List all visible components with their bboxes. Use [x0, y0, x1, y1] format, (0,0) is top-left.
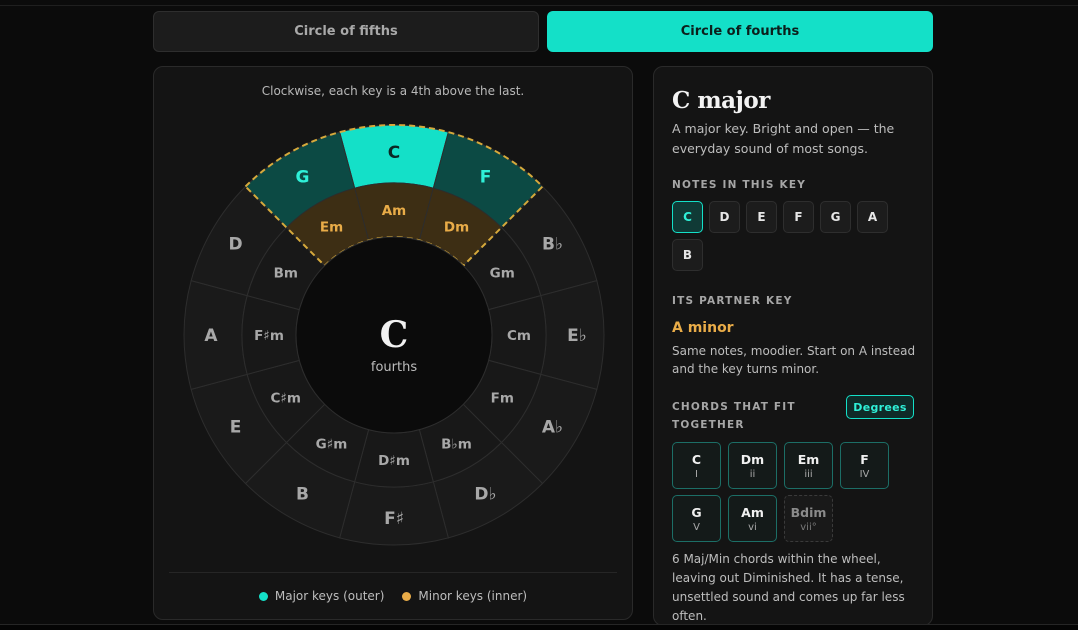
note-d[interactable]: D	[709, 201, 740, 233]
chord-bdim[interactable]: Bdim vii°	[784, 495, 833, 542]
chord-f[interactable]: F IV	[840, 442, 889, 489]
legend-major-label: Major keys (outer)	[274, 589, 385, 603]
partner-key-description: Same notes, moodier. Start on A instead …	[672, 344, 916, 376]
wheel-minor-label: F♯m	[254, 328, 284, 344]
wheel-major-label: B♭	[542, 235, 563, 255]
wheel-minor-label: D♯m	[378, 453, 410, 469]
wheel-minor-label: G♯m	[316, 436, 348, 452]
chord-dm[interactable]: Dm ii	[728, 442, 777, 489]
note-e[interactable]: E	[746, 201, 777, 233]
chord-name: F	[860, 451, 869, 467]
chord-name: G	[691, 504, 702, 520]
legend-divider	[169, 572, 617, 573]
wheel-major-label: E	[230, 418, 242, 438]
chord-degree: IV	[859, 468, 870, 480]
chords-footnote: 6 Maj/Min chords within the wheel, leavi…	[672, 552, 905, 623]
chord-degree: ii	[749, 468, 756, 480]
chord-am[interactable]: Am vi	[728, 495, 777, 542]
chord-name: Dm	[740, 451, 765, 467]
wheel-minor-label: Bm	[274, 266, 298, 282]
legend-major-swatch	[258, 591, 268, 601]
wheel-minor-label: Em	[320, 220, 343, 236]
wheel-major-label: B	[296, 484, 309, 504]
legend-major: Major keys (outer)	[258, 589, 385, 603]
legend-minor-label: Minor keys (inner)	[418, 589, 528, 603]
chord-degree: vi	[748, 521, 757, 533]
chord-degree: I	[695, 468, 698, 480]
chords-grid: C I Dm ii Em iii F IV G V Am vi Bdim vii°	[672, 442, 912, 542]
partner-key-name[interactable]: A minor	[672, 320, 734, 336]
bottom-divider	[0, 624, 1078, 630]
chord-name: Bdim	[790, 504, 827, 520]
note-a[interactable]: A	[857, 201, 888, 233]
key-title: C major	[672, 87, 770, 114]
note-g[interactable]: G	[820, 201, 851, 233]
wheel-major-label: E♭	[567, 326, 587, 346]
wheel-major-label: D♭	[474, 484, 496, 504]
wheel-center-key: C	[380, 314, 409, 356]
chord-name: C	[691, 451, 702, 467]
top-divider	[0, 0, 1078, 6]
notes-section-label: NOTES IN THIS KEY	[672, 179, 807, 191]
chord-degree: iii	[804, 468, 813, 480]
legend-minor-swatch	[402, 591, 412, 601]
wheel-minor-label: Gm	[490, 266, 515, 282]
note-c[interactable]: C	[672, 201, 703, 233]
wheel-major-label: G	[296, 168, 310, 188]
chord-degree: vii°	[800, 521, 817, 533]
wheel-major-label: F♯	[384, 509, 404, 529]
wheel-minor-label: B♭m	[441, 436, 472, 452]
key-wheel: C F B♭ E♭ A♭ D♭ F♯ B E A D G Am Dm Gm Cm Fm B♭m D♯m G♯m C♯m F…	[183, 124, 605, 546]
note-f[interactable]: F	[783, 201, 814, 233]
wheel-center-mode: fourths	[371, 360, 417, 375]
partner-section-label: ITS PARTNER KEY	[672, 295, 793, 307]
wheel-minor-label: Fm	[491, 391, 514, 407]
chords-section-label: CHORDS THAT FIT	[672, 401, 796, 413]
wheel-panel: Clockwise, each key is a 4th above the l…	[153, 66, 633, 620]
wheel-major-label: A♭	[542, 418, 563, 438]
chord-name: Em	[797, 451, 820, 467]
tab-circle-of-fifths[interactable]: Circle of fifths	[153, 11, 539, 52]
chord-em[interactable]: Em iii	[784, 442, 833, 489]
wheel-major-label: D	[228, 235, 242, 255]
chord-degree: V	[693, 521, 700, 533]
notes-list: CDEFGA B	[672, 201, 912, 271]
legend: Major keys (outer) Minor keys (inner)	[154, 589, 632, 603]
chord-g[interactable]: GV	[672, 495, 721, 542]
key-info-panel: C major A major key. Bright and open — t…	[653, 66, 933, 626]
key-description: A major key. Bright and open — the every…	[672, 121, 895, 156]
chord-name: Am	[741, 504, 764, 520]
wheel-minor-label: Am	[382, 203, 407, 219]
tab-circle-of-fourths[interactable]: Circle of fourths	[547, 11, 933, 52]
chords-section-label-2: TOGETHER	[672, 419, 745, 431]
wheel-minor-label: C♯m	[270, 391, 301, 407]
wheel-major-label: F	[480, 168, 492, 188]
note-b[interactable]: B	[672, 239, 703, 271]
wheel-major-label: A	[204, 326, 218, 346]
chord-c[interactable]: CI	[672, 442, 721, 489]
legend-minor: Minor keys (inner)	[402, 589, 527, 603]
wheel-minor-label: Cm	[507, 328, 531, 344]
wheel-major-label: C	[388, 143, 400, 163]
degrees-toggle-button[interactable]: Degrees	[846, 395, 914, 419]
wheel-minor-label: Dm	[444, 220, 469, 236]
